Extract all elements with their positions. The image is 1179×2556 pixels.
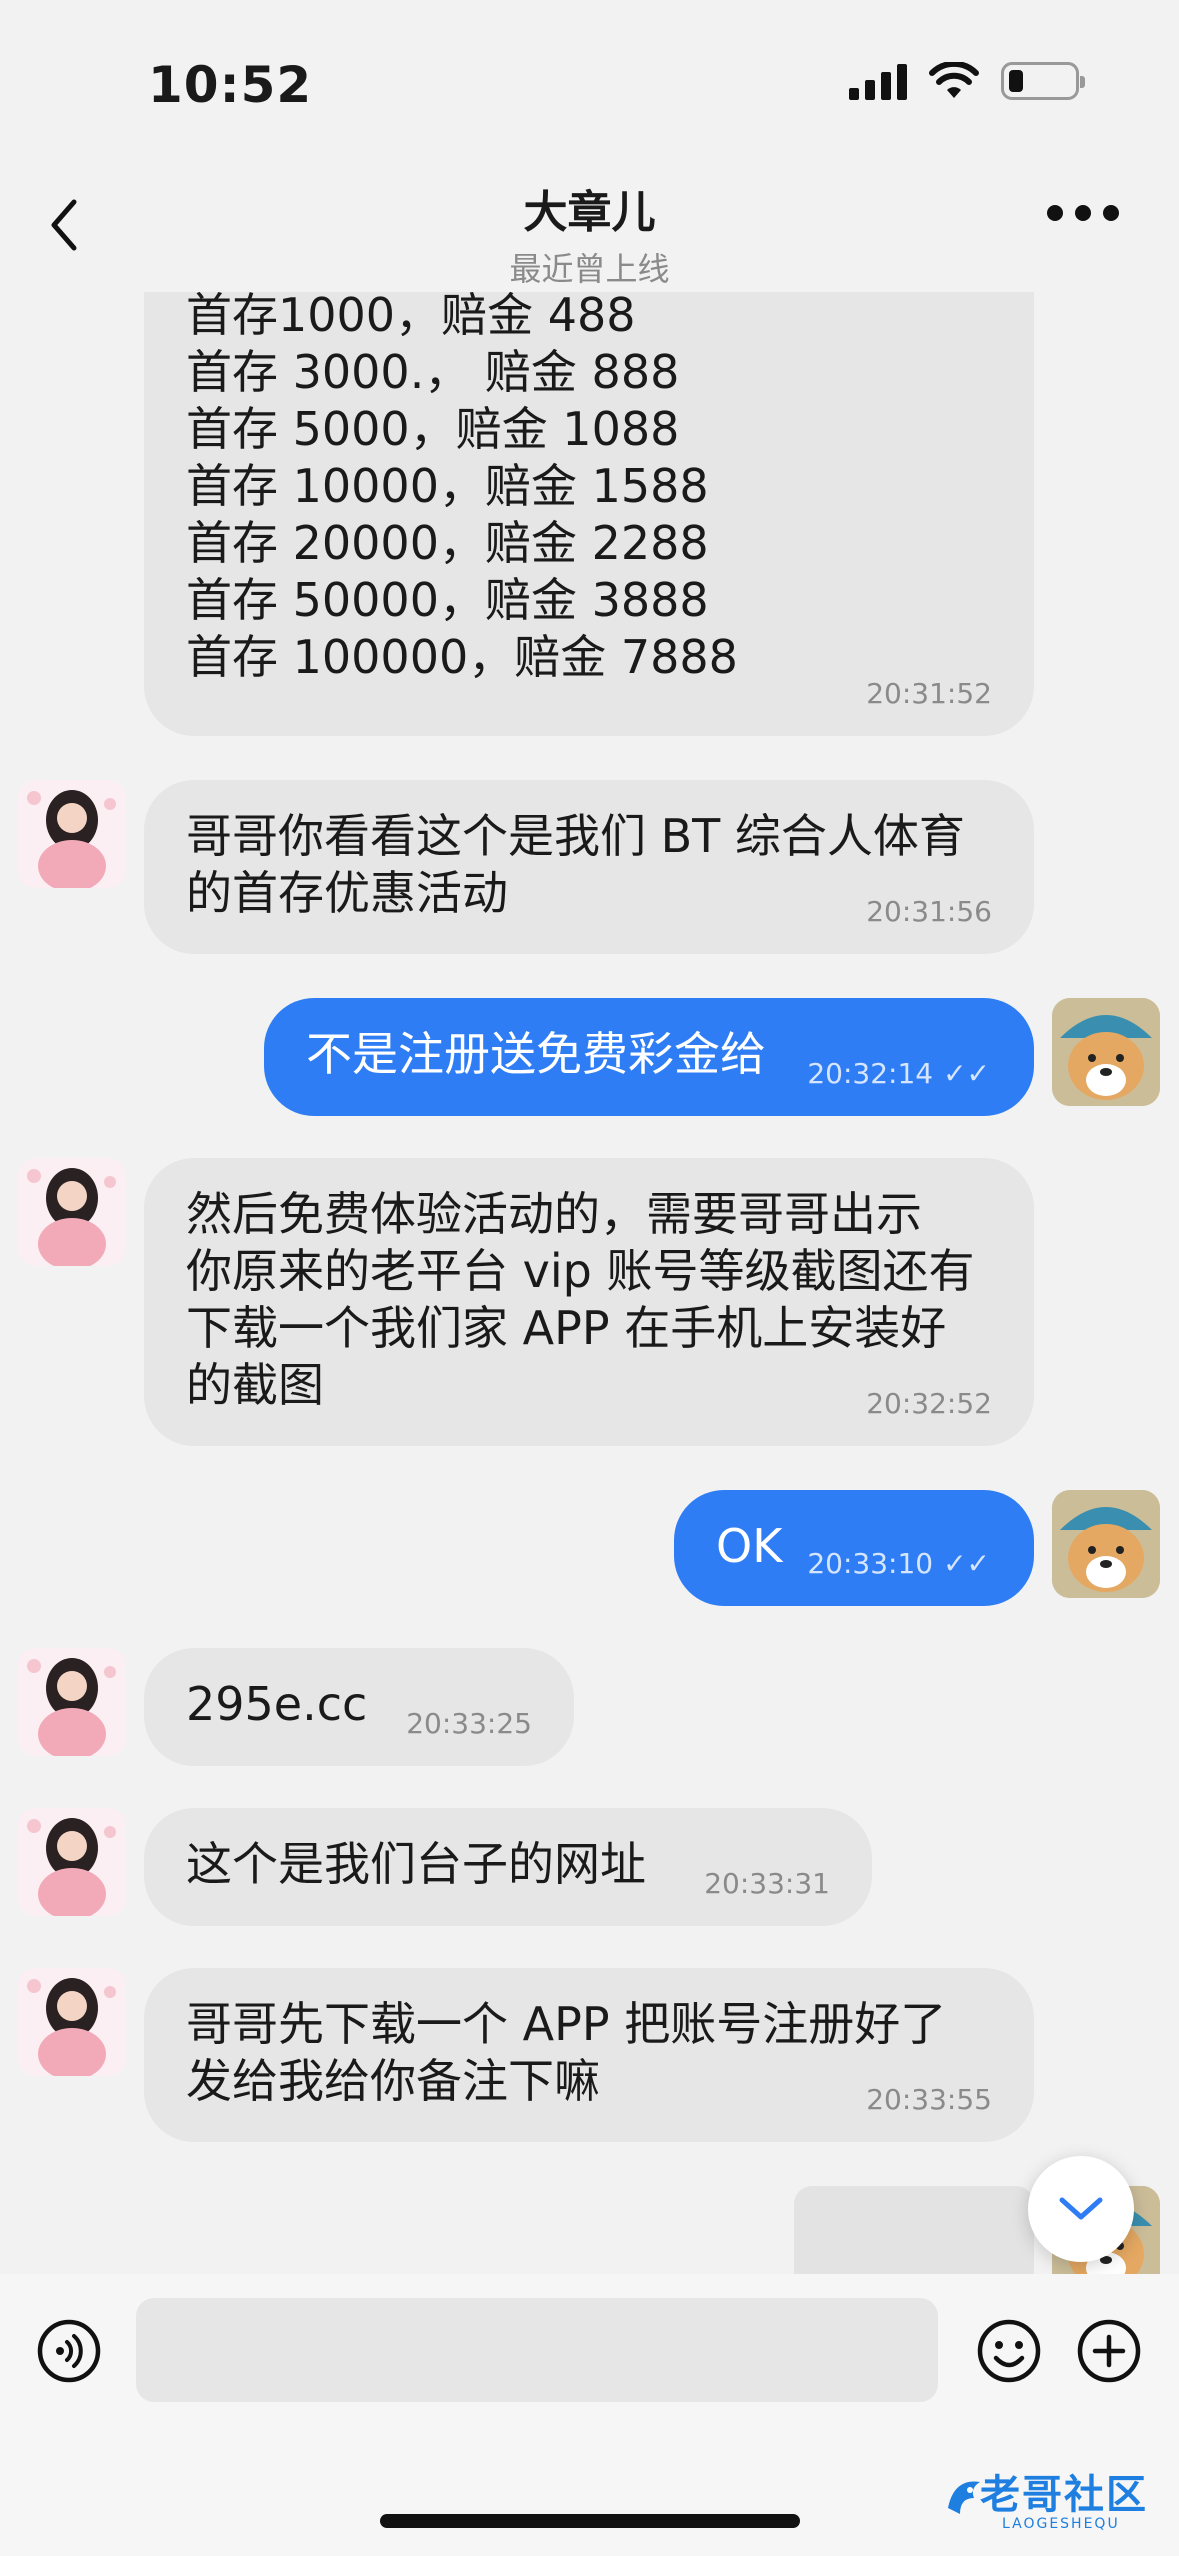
- home-indicator[interactable]: [380, 2514, 800, 2528]
- message-time: 20:33:31: [704, 1867, 830, 1900]
- image-message-placeholder[interactable]: [794, 2186, 1034, 2274]
- online-status: 最近曾上线: [509, 250, 670, 288]
- message-text: 首存 500，赔金 288 首存1000，赔金 488 首存 3000.， 赔金…: [186, 292, 738, 684]
- message-bubble[interactable]: 然后免费体验活动的，需要哥哥出示 你原来的老平台 vip 账号等级截图还有 下载…: [144, 1158, 1034, 1446]
- message-bubble[interactable]: 哥哥你看看这个是我们 BT 综合人体育 的首存优惠活动 20:31:56: [144, 780, 1034, 954]
- cellular-signal-icon: [849, 62, 907, 100]
- message-bubble[interactable]: 这个是我们台子的网址 20:33:31: [144, 1808, 872, 1926]
- voice-message-icon[interactable]: [36, 2318, 102, 2384]
- read-check-icon: ✓✓: [943, 1057, 990, 1090]
- message-time: 20:33:25: [406, 1707, 532, 1740]
- status-time: 10:52: [148, 56, 313, 114]
- message-time: 20:33:55: [866, 2083, 992, 2116]
- message-time: 20:32:52: [866, 1387, 992, 1420]
- contact-avatar[interactable]: [18, 1808, 126, 1916]
- message-bubble[interactable]: 首存 500，赔金 288 首存1000，赔金 488 首存 3000.， 赔金…: [144, 292, 1034, 736]
- contact-avatar[interactable]: [18, 1158, 126, 1266]
- add-attachment-icon[interactable]: [1076, 2318, 1142, 2384]
- battery-icon: [1001, 62, 1085, 100]
- message-input[interactable]: [136, 2298, 938, 2402]
- my-avatar[interactable]: [1052, 998, 1160, 1106]
- message-time: 20:31:56: [866, 895, 992, 928]
- message-list[interactable]: 首存 500，赔金 288 首存1000，赔金 488 首存 3000.， 赔金…: [0, 292, 1179, 2274]
- message-bubble[interactable]: 哥哥先下载一个 APP 把账号注册好了 发给我给你备注下嘛 20:33:55: [144, 1968, 1034, 2142]
- read-check-icon: ✓✓: [943, 1547, 990, 1580]
- message-time: 20:32:14: [807, 1057, 934, 1090]
- my-avatar[interactable]: [1052, 1490, 1160, 1598]
- status-icons: [849, 62, 1085, 100]
- more-options-icon[interactable]: [1047, 205, 1119, 221]
- message-time: 20:33:10: [807, 1547, 934, 1580]
- watermark-subtext: LAOGESHEQU: [1002, 2516, 1120, 2532]
- chat-title: 大章儿: [523, 187, 656, 238]
- emoji-icon[interactable]: [976, 2318, 1042, 2384]
- message-bubble-outgoing[interactable]: OK 20:33:10 ✓✓: [674, 1490, 1034, 1606]
- scroll-to-bottom-button[interactable]: [1028, 2156, 1134, 2262]
- contact-avatar[interactable]: [18, 1648, 126, 1756]
- wifi-icon: [929, 62, 979, 98]
- chevron-down-icon: [1059, 2197, 1103, 2220]
- message-time: 20:31:52: [866, 677, 992, 710]
- message-bubble-outgoing[interactable]: 不是注册送免费彩金给 20:32:14 ✓✓: [264, 998, 1034, 1116]
- watermark-logo: 老哥社区 LAOGESHEQU: [940, 2460, 1165, 2540]
- watermark-text: 老哥社区: [980, 2472, 1148, 2518]
- contact-avatar[interactable]: [18, 780, 126, 888]
- contact-avatar[interactable]: [18, 1968, 126, 2076]
- message-bubble[interactable]: 295e.cc 20:33:25: [144, 1648, 574, 1766]
